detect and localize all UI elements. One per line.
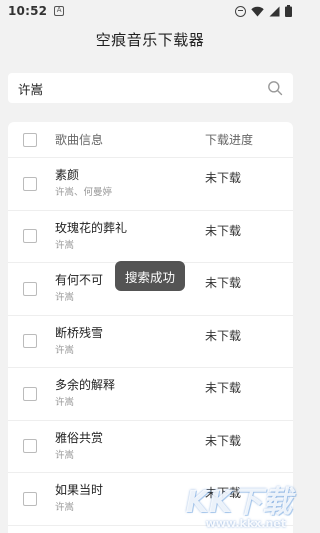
song-title: 如果当时 [55,483,104,498]
download-status: 未下载 [205,223,242,238]
wifi-icon [251,6,264,16]
row-checkbox[interactable] [23,229,37,244]
select-all-checkbox[interactable] [23,132,37,147]
table-row[interactable]: 断桥残雪 许嵩 未下载 [8,316,293,368]
download-status: 未下载 [205,276,242,290]
table-row[interactable]: 玫瑰花的葬礼 许嵩 未下载 [8,211,293,263]
app-header: 空痕音乐下载器 [0,22,300,56]
download-status: 未下载 [205,171,242,185]
download-status: 未下载 [205,328,242,343]
song-artist: 许嵩 [55,449,75,461]
search-input[interactable]: 许嵩 [18,79,267,98]
song-title: 多余的解释 [55,378,116,393]
row-checkbox[interactable] [23,439,37,454]
song-table: 歌曲信息 下载进度 素颜 许嵩、何曼婷 未下载 玫瑰花的葬礼 许嵩 未下载 有何… [8,122,293,533]
header-song-info: 歌曲信息 [55,133,104,147]
row-checkbox[interactable] [23,491,37,506]
status-bar: 10:52 A [0,0,300,22]
search-icon[interactable] [267,80,283,96]
table-header: 歌曲信息 下载进度 [8,122,293,158]
signal-icon [269,6,280,16]
row-checkbox[interactable] [23,334,37,349]
header-download-progress: 下载进度 [205,133,254,147]
song-info: 玫瑰花的葬礼 许嵩 [55,220,205,253]
download-status: 未下载 [205,381,242,395]
download-status: 未下载 [205,486,242,500]
battery-icon [285,5,292,17]
song-artist: 许嵩 [55,397,75,409]
page-title: 空痕音乐下载器 [95,30,205,49]
song-artist: 许嵩 [55,239,75,251]
song-info: 如果当时 许嵩 [55,482,205,515]
song-artist: 许嵩 [55,292,75,304]
song-title: 雅俗共赏 [55,430,104,445]
song-info: 多余的解释 许嵩 [55,377,205,410]
table-row[interactable]: 如果当时 许嵩 未下载 [8,473,293,526]
song-info: 断桥残雪 许嵩 [55,325,205,358]
song-title: 断桥残雪 [55,325,104,340]
row-checkbox[interactable] [23,281,37,296]
song-artist: 许嵩、何曼婷 [55,187,113,199]
status-icons [235,5,292,17]
do-not-disturb-icon [235,5,246,17]
toast-message: 搜索成功 [115,261,185,291]
row-checkbox[interactable] [23,386,37,401]
a-box-icon: A [54,6,65,16]
song-info: 雅俗共赏 许嵩 [55,430,205,463]
song-title: 玫瑰花的葬礼 [55,220,128,235]
song-artist: 许嵩 [55,502,75,514]
table-row[interactable]: 雅俗共赏 许嵩 未下载 [8,421,293,473]
song-info: 素颜 许嵩、何曼婷 [55,167,205,200]
table-row[interactable]: 多余的解释 许嵩 未下载 [8,368,293,421]
row-checkbox[interactable] [23,176,37,191]
song-title: 素颜 [55,168,80,183]
search-box[interactable]: 许嵩 [8,73,293,103]
table-row[interactable]: 素颜 许嵩、何曼婷 未下载 [8,158,293,211]
status-time: 10:52 [8,4,48,18]
download-status: 未下载 [205,433,242,448]
song-artist: 许嵩 [55,344,75,356]
